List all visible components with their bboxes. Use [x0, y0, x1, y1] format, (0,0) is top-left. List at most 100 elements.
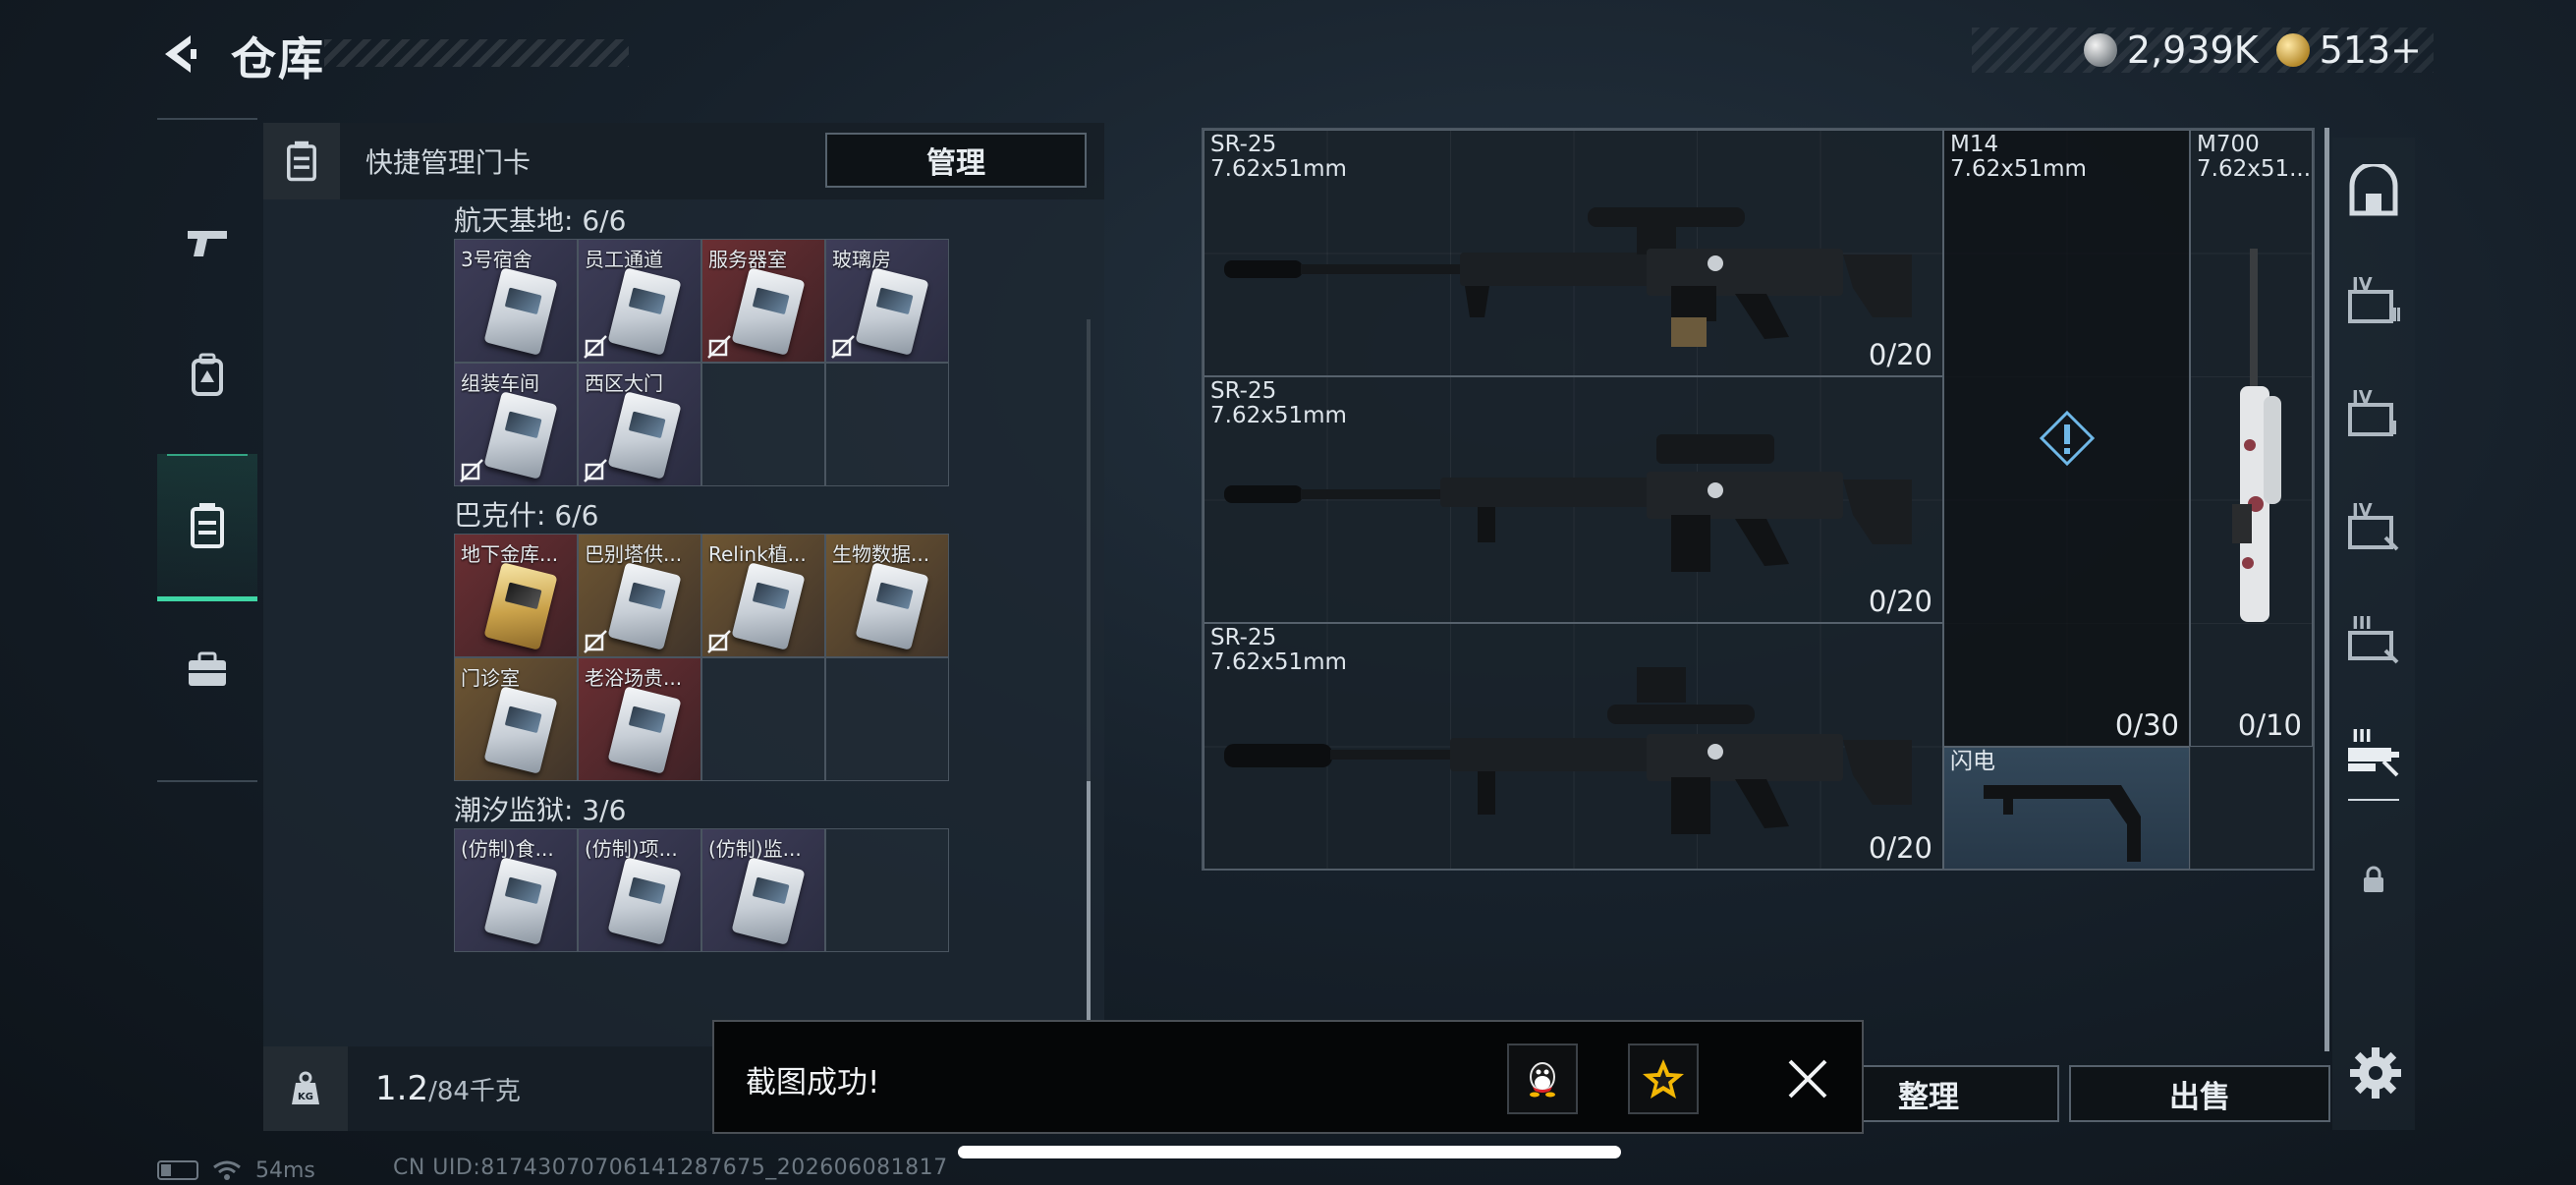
keycard-slot[interactable]: 巴别塔供... — [578, 534, 701, 657]
ammo-count: 0/10 — [2237, 708, 2302, 742]
ammo-count: 0/20 — [1868, 585, 1932, 618]
gear-icon — [2350, 1047, 2401, 1099]
tier-label: IV — [2352, 274, 2373, 295]
keycard-name: (仿制)项... — [585, 837, 678, 861]
keycard-icon — [731, 562, 806, 650]
wifi-icon — [213, 1160, 241, 1180]
silver-coin-icon — [2083, 33, 2117, 67]
keycard-scrollbar[interactable] — [1087, 319, 1091, 1046]
keycard-slot[interactable]: 门诊室 — [454, 657, 578, 781]
favorite-star-icon — [1643, 1059, 1684, 1099]
keycard-slot[interactable]: 员工通道 — [578, 239, 701, 363]
unlinked-icon — [707, 630, 731, 653]
keycard-icon — [483, 562, 558, 650]
keycard-grid: 地下金库... 巴别塔供... Relink植... 生物数据... 门诊室 老浴场贵..… — [454, 534, 949, 781]
weapon-slot[interactable]: SR-25 7.62x51mm 0/20 — [1204, 376, 1943, 623]
keycard-slot[interactable]: 生物数据... — [825, 534, 949, 657]
keycard-slot[interactable]: 老浴场贵... — [578, 657, 701, 781]
keycard-name: 玻璃房 — [832, 248, 891, 271]
weapon-grid-scrollbar[interactable] — [2324, 128, 2329, 1051]
rail-keycards[interactable] — [157, 454, 257, 601]
ammo-count: 0/20 — [1868, 831, 1932, 865]
keycard-slot[interactable]: 玻璃房 — [825, 239, 949, 363]
backpack-icon — [192, 353, 223, 396]
pistol-icon — [188, 231, 227, 256]
tab-storage-5[interactable]: III — [2332, 703, 2415, 811]
battery-icon — [157, 1160, 198, 1180]
sr25-rifle-image — [1224, 207, 1912, 347]
back-button[interactable] — [155, 29, 204, 79]
keycard-slot[interactable]: 3号宿舍 — [454, 239, 578, 363]
keycard-name: 员工通道 — [585, 248, 663, 271]
sr25-rifle-image — [1224, 667, 1912, 834]
stock-attachment-image — [1984, 785, 2141, 862]
tab-safe[interactable] — [2332, 138, 2415, 246]
keycard-slot[interactable]: (仿制)食... — [454, 828, 578, 952]
category-rail — [157, 118, 257, 782]
safe-icon — [2349, 164, 2398, 216]
gold-currency[interactable]: 513+ — [2275, 28, 2422, 72]
keycard-name: 3号宿舍 — [461, 248, 532, 271]
empty-slot — [701, 363, 825, 486]
tab-locked[interactable] — [2332, 825, 2415, 933]
keycard-slot[interactable]: Relink植... — [701, 534, 825, 657]
keycard-name: 老浴场贵... — [585, 666, 683, 690]
tab-storage-4[interactable]: III — [2332, 590, 2415, 698]
rail-equipment[interactable] — [157, 302, 257, 449]
keycard-icon — [855, 562, 929, 650]
keycard-icon — [607, 686, 682, 774]
tab-storage-2[interactable]: IV — [2332, 364, 2415, 472]
lock-icon — [2364, 866, 2383, 892]
weight-icon: KG — [263, 1046, 348, 1131]
manage-button[interactable]: 管理 — [825, 133, 1087, 188]
keycard-name: 生物数据... — [832, 542, 930, 566]
weapon-storage-grid: SR-25 7.62x51mm 0/20 SR-25 7.62x51mm 0/2… — [1202, 128, 2315, 871]
settings-button[interactable] — [2348, 1045, 2403, 1100]
weapon-slot[interactable]: M14 7.62x51mm 0/30 — [1943, 130, 2190, 747]
keycard-icon — [483, 391, 558, 480]
storage-tabs: IV IV IV III III — [2332, 138, 2415, 1130]
unlinked-icon — [460, 459, 483, 482]
silver-currency[interactable]: 2,939K — [2083, 28, 2259, 72]
keycard-icon — [731, 857, 806, 945]
share-qq-button[interactable] — [1507, 1044, 1578, 1114]
keycard-case-icon — [263, 123, 340, 199]
ammo-count: 0/20 — [1868, 338, 1932, 371]
keycard-slot[interactable]: (仿制)监... — [701, 828, 825, 952]
empty-slot — [825, 363, 949, 486]
keycard-name: 门诊室 — [461, 666, 520, 690]
tab-storage-1[interactable]: IV — [2332, 251, 2415, 359]
weapon-name: M14 7.62x51mm — [1950, 132, 2087, 182]
empty-slot — [825, 657, 949, 781]
weapon-slot[interactable]: SR-25 7.62x51mm 0/20 — [1204, 623, 1943, 870]
ping-readout: 54ms — [255, 1157, 315, 1183]
keycard-name: (仿制)监... — [708, 837, 802, 861]
keycard-name: 巴别塔供... — [585, 542, 683, 566]
keycard-name: 地下金库... — [461, 542, 559, 566]
keycard-slot[interactable]: 组装车间 — [454, 363, 578, 486]
keycard-slot[interactable]: 地下金库... — [454, 534, 578, 657]
weapon-slot[interactable]: M700 7.62x51... 0/10 — [2190, 130, 2313, 747]
keycard-icon — [483, 267, 558, 356]
keycard-name: Relink植... — [708, 542, 807, 566]
sell-button[interactable]: 出售 — [2069, 1065, 2330, 1122]
currency-bar: 2,939K 513+ — [1972, 28, 2434, 73]
section-title: 航天基地: 6/6 — [454, 204, 627, 237]
close-button[interactable] — [1780, 1051, 1835, 1106]
weapon-name: M700 7.62x51... — [2197, 132, 2312, 182]
rail-weapons[interactable] — [157, 169, 257, 316]
warning-icon — [2039, 410, 2095, 467]
home-indicator[interactable] — [958, 1146, 1621, 1158]
weapon-slot[interactable]: SR-25 7.62x51mm 0/20 — [1204, 130, 1943, 376]
share-favorite-button[interactable] — [1628, 1044, 1699, 1114]
keycard-icon — [607, 562, 682, 650]
unlinked-icon — [584, 459, 607, 482]
keycard-slot[interactable]: (仿制)项... — [578, 828, 701, 952]
toast-message: 截图成功! — [746, 1065, 880, 1100]
tab-storage-3[interactable]: IV — [2332, 477, 2415, 585]
keycard-slot[interactable]: 服务器室 — [701, 239, 825, 363]
keycard-slot[interactable]: 西区大门 — [578, 363, 701, 486]
rail-tools[interactable] — [157, 596, 257, 744]
section-title: 巴克什: 6/6 — [454, 499, 599, 532]
attachment-slot[interactable]: 闪电 — [1943, 747, 2190, 870]
